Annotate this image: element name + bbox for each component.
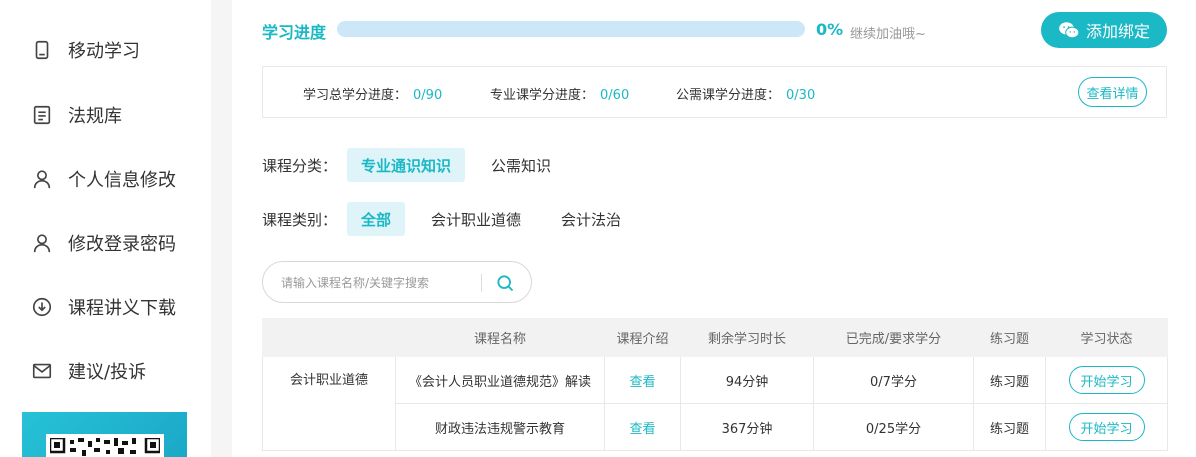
category-filter: 课程分类： 专业通识知识 公需知识 xyxy=(262,148,577,182)
remaining-time: 94分钟 xyxy=(680,356,814,404)
exercise-link[interactable]: 练习题 xyxy=(990,375,1029,390)
progress-label: 学习进度 xyxy=(262,23,327,42)
table-header-group xyxy=(262,318,396,357)
table-row: 财政违法违规警示教育 查看 367分钟 0/25学分 练习题 开始学习 xyxy=(263,403,1168,451)
sidebar-item-feedback[interactable]: 建议/投诉 xyxy=(30,356,146,386)
table-header-remaining: 剩余学习时长 xyxy=(680,318,814,357)
exercise-link[interactable]: 练习题 xyxy=(990,422,1029,437)
sidebar-item-label: 移动学习 xyxy=(68,41,140,62)
view-intro-link[interactable]: 查看 xyxy=(629,375,655,390)
type-chip-all[interactable]: 全部 xyxy=(347,202,406,236)
search-input[interactable] xyxy=(281,272,477,294)
mobile-icon xyxy=(30,38,54,62)
sidebar: 移动学习 法规库 个人信息修改 修改登录密码 课程讲义下载 建议/投诉 xyxy=(0,0,211,457)
category-chip-professional[interactable]: 专业通识知识 xyxy=(347,148,466,182)
main-content: 学习进度 0% 继续加油哦~ 添加绑定 学习总学分进度： 0/90 专业课学分进度… xyxy=(232,0,1196,457)
start-learning-button[interactable]: 开始学习 xyxy=(1068,413,1145,441)
table-header-name: 课程名称 xyxy=(395,318,605,357)
document-icon xyxy=(30,103,54,127)
qr-code-image xyxy=(46,434,164,457)
sidebar-item-regulations[interactable]: 法规库 xyxy=(30,100,122,130)
sidebar-item-label: 法规库 xyxy=(68,106,122,127)
public-credits-label: 公需课学分进度： xyxy=(676,88,781,103)
sidebar-item-label: 建议/投诉 xyxy=(68,362,147,383)
progress-percent: 0% xyxy=(816,20,844,39)
category-chip-public[interactable]: 公需知识 xyxy=(477,148,565,182)
table-header-exercise: 练习题 xyxy=(973,318,1046,357)
major-credits-label: 专业课学分进度： xyxy=(490,88,595,103)
course-table: 课程名称 课程介绍 剩余学习时长 已完成/要求学分 练习题 学习状态 会计职业道… xyxy=(262,318,1168,451)
add-binding-button[interactable]: 添加绑定 xyxy=(1041,12,1167,48)
type-chip-ethics[interactable]: 会计职业道德 xyxy=(417,202,535,236)
type-filter-label: 课程类别： xyxy=(262,210,338,229)
sidebar-item-mobile-learning[interactable]: 移动学习 xyxy=(30,35,140,65)
type-filter: 课程类别： 全部 会计职业道德 会计法治 xyxy=(262,202,647,236)
course-name: 《会计人员职业道德规范》解读 xyxy=(395,356,605,404)
total-credits-value: 0/90 xyxy=(413,88,443,103)
sidebar-item-handout-download[interactable]: 课程讲义下载 xyxy=(30,292,176,322)
total-credits-label: 学习总学分进度： xyxy=(303,88,408,103)
table-header-credits: 已完成/要求学分 xyxy=(813,318,974,357)
download-icon xyxy=(30,295,54,319)
credit-progress: 0/7学分 xyxy=(813,356,974,404)
credits-summary: 学习总学分进度： 0/90 专业课学分进度： 0/60 公需课学分进度： 0/30 查… xyxy=(262,66,1167,118)
search-divider xyxy=(481,274,482,292)
sidebar-item-label: 课程讲义下载 xyxy=(68,298,176,319)
view-details-button[interactable]: 查看详情 xyxy=(1078,77,1147,107)
mail-icon xyxy=(30,359,54,383)
table-header-row: 课程名称 课程介绍 剩余学习时长 已完成/要求学分 练习题 学习状态 xyxy=(262,318,1168,357)
user-lock-icon xyxy=(30,231,54,255)
course-group-cell: 会计职业道德 xyxy=(262,356,396,451)
remaining-time: 367分钟 xyxy=(680,403,814,451)
major-credits-value: 0/60 xyxy=(600,88,630,103)
category-filter-label: 课程分类： xyxy=(262,156,338,175)
sidebar-item-change-password[interactable]: 修改登录密码 xyxy=(30,228,176,258)
sidebar-item-profile[interactable]: 个人信息修改 xyxy=(30,164,176,194)
table-header-status: 学习状态 xyxy=(1045,318,1168,357)
search-box xyxy=(262,261,532,303)
sidebar-item-label: 修改登录密码 xyxy=(68,234,176,255)
course-name: 财政违法违规警示教育 xyxy=(395,403,605,451)
credit-progress: 0/25学分 xyxy=(813,403,974,451)
qr-card xyxy=(22,412,187,457)
table-header-intro: 课程介绍 xyxy=(604,318,681,357)
total-credits: 学习总学分进度： 0/90 xyxy=(303,84,442,103)
progress-bar xyxy=(337,21,805,37)
table-row: 会计职业道德 《会计人员职业道德规范》解读 查看 94分钟 0/7学分 练习题 … xyxy=(262,356,1168,451)
wechat-icon xyxy=(1059,22,1080,39)
view-intro-link[interactable]: 查看 xyxy=(629,422,655,437)
progress-hint: 继续加油哦~ xyxy=(850,27,926,42)
search-icon[interactable] xyxy=(493,271,517,295)
public-credits-value: 0/30 xyxy=(786,88,816,103)
start-learning-button[interactable]: 开始学习 xyxy=(1068,366,1145,394)
sidebar-item-label: 个人信息修改 xyxy=(68,170,176,191)
add-binding-label: 添加绑定 xyxy=(1085,22,1150,41)
public-credits: 公需课学分进度： 0/30 xyxy=(676,84,815,103)
user-icon xyxy=(30,167,54,191)
major-credits: 专业课学分进度： 0/60 xyxy=(490,84,629,103)
type-chip-law[interactable]: 会计法治 xyxy=(547,202,635,236)
